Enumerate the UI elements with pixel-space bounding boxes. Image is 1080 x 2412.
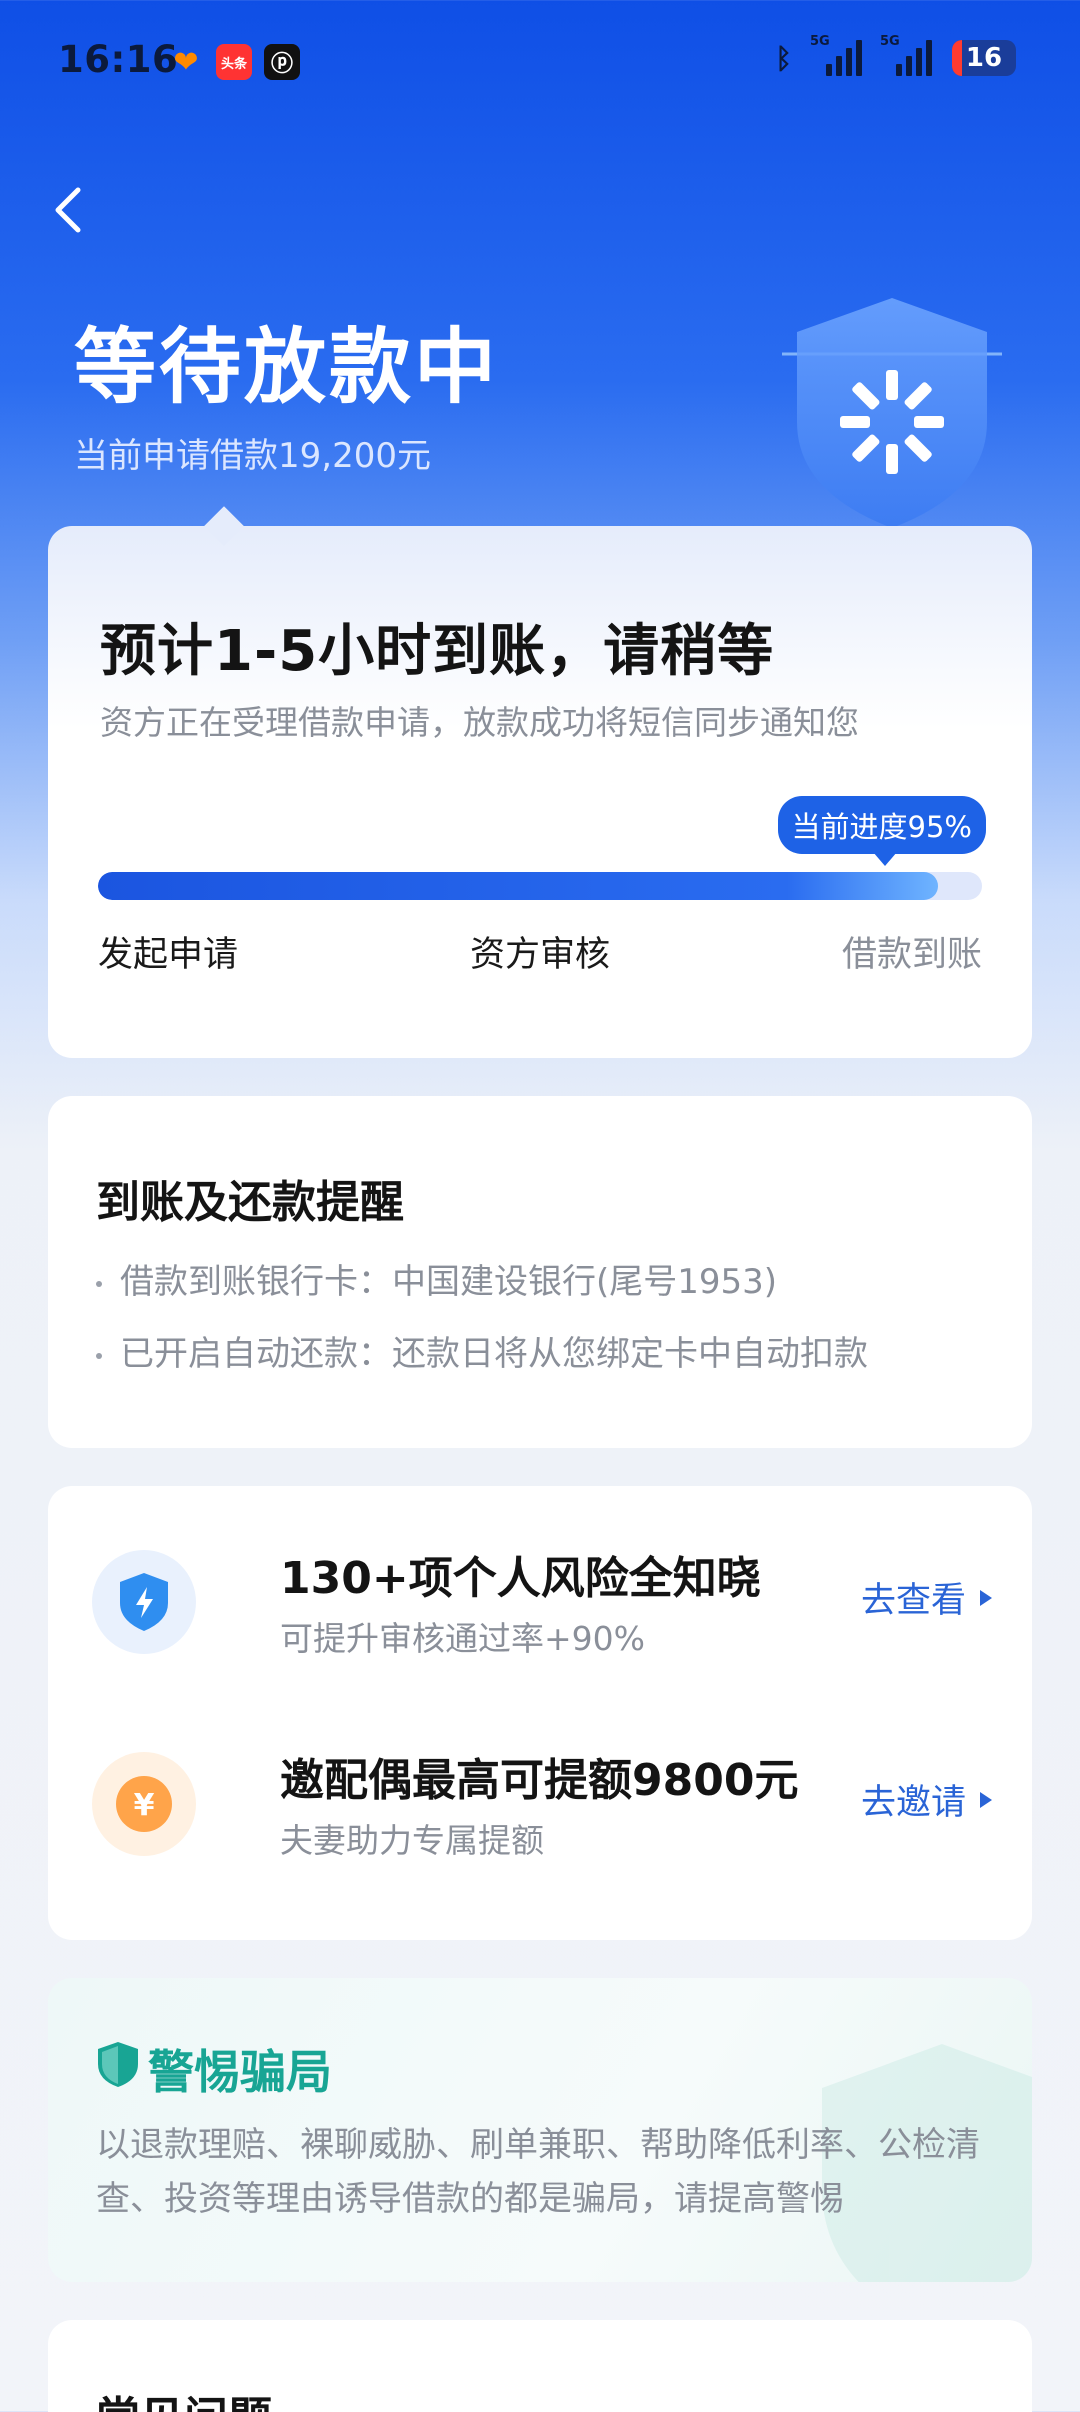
shield-logo-icon [782,298,1002,528]
bullet-dot [96,1352,102,1359]
status-time: 16:16 [58,38,179,81]
signal-icon-2: 5G [880,34,932,76]
reminder-auto-repay: 已开启自动还款：还款日将从您绑定卡中自动扣款 [96,1326,868,1375]
promo-item-risk[interactable]: 130+项个人风险全知晓 可提升审核通过率+90% 去查看 [92,1542,992,1662]
promo-card: 130+项个人风险全知晓 可提升审核通过率+90% 去查看 ¥ 邀配偶最高可提额… [48,1486,1032,1940]
progress-card: 预计1-5小时到账，请稍等 资方正在受理借款申请，放款成功将短信同步通知您 当前… [48,506,1032,1058]
step-apply: 发起申请 [98,935,239,975]
faq-card[interactable]: 常见问题 [48,2320,1032,2412]
view-button[interactable]: 去查看 [861,1572,992,1623]
reminder-card: 到账及还款提醒 借款到账银行卡：中国建设银行(尾号1953) 已开启自动还款：还… [48,1096,1032,1448]
eta-description: 资方正在受理借款申请，放款成功将短信同步通知您 [100,703,859,742]
progress-bar [98,872,982,900]
yuan-coin-icon: ¥ [92,1752,196,1856]
promo-subtitle: 可提升审核通过率+90% [280,1619,645,1658]
bluetooth-icon: ᛒ [775,41,792,75]
step-arrival: 借款到账 [841,935,982,975]
play-arrow-icon [980,1589,992,1606]
status-right: ᛒ 5G 5G 16 [775,34,1016,76]
reminder-title: 到账及还款提醒 [96,1177,404,1228]
warning-text: 以退款理赔、裸聊威胁、刷单兼职、帮助降低利率、公检清查、投资等理由诱导借款的都是… [96,2125,980,2219]
shield-bolt-icon [92,1550,196,1654]
promo-subtitle: 夫妻助力专属提额 [280,1821,544,1860]
signal-icon: 5G [810,34,862,76]
promo-title: 邀配偶最高可提额9800元 [280,1755,799,1806]
svg-text:¥: ¥ [134,1788,155,1823]
back-button[interactable] [48,182,96,242]
step-review: 资方审核 [469,935,610,975]
progress-fill [98,872,938,900]
warning-title: 警惕骗局 [148,2045,332,2099]
promo-title: 130+项个人风险全知晓 [280,1553,761,1604]
app-icon-orange: ❤ [173,44,199,80]
faq-title: 常见问题 [96,2382,272,2412]
shield-check-icon [98,2042,138,2087]
promo-item-spouse[interactable]: ¥ 邀配偶最高可提额9800元 夫妻助力专属提额 去邀请 [92,1744,992,1864]
play-arrow-icon [980,1791,992,1808]
p-icon: ⓟ [264,44,300,80]
status-bar: 16:16 ❤ 头条 ⓟ ᛒ 5G 5G 16 [0,0,1080,124]
toutiao-icon: 头条 [216,44,252,80]
reminder-bank-card: 借款到账银行卡：中国建设银行(尾号1953) [96,1254,777,1303]
progress-steps: 发起申请 资方审核 借款到账 [98,926,982,977]
battery-icon: 16 [952,40,1016,76]
progress-badge: 当前进度95% [777,796,986,866]
page-subtitle: 当前申请借款19,200元 [74,436,431,476]
invite-button[interactable]: 去邀请 [861,1774,992,1825]
chevron-left-icon [55,187,81,233]
eta-title: 预计1-5小时到账，请稍等 [100,619,775,684]
page-title: 等待放款中 [74,320,500,415]
bullet-dot [96,1280,102,1287]
fraud-warning-card: 警惕骗局 以退款理赔、裸聊威胁、刷单兼职、帮助降低利率、公检清查、投资等理由诱导… [48,1978,1032,2282]
